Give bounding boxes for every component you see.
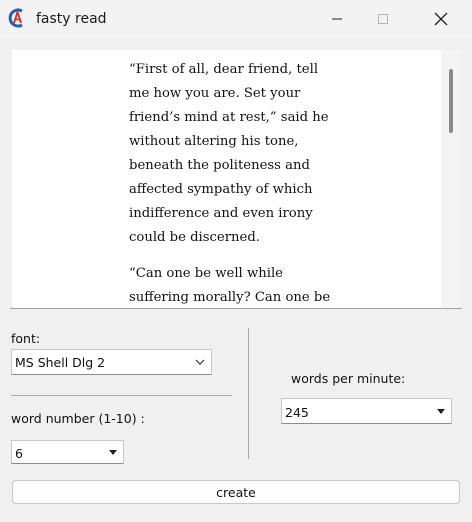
word-number-label: word number (1-10) : bbox=[11, 411, 145, 426]
font-select[interactable]: MS Shell Dlg 2 bbox=[11, 349, 212, 375]
reader-bottom-border bbox=[10, 308, 462, 309]
divider-vertical bbox=[248, 328, 249, 459]
paragraph: “First of all, dear friend, tell me how … bbox=[129, 62, 329, 245]
scrollbar-thumb[interactable] bbox=[449, 69, 453, 133]
font-select-value: MS Shell Dlg 2 bbox=[15, 355, 106, 370]
close-button[interactable] bbox=[418, 0, 464, 38]
close-icon bbox=[434, 12, 448, 26]
dropdown-arrow-icon bbox=[437, 399, 445, 423]
reader-text-area[interactable]: “First of all, dear friend, tell me how … bbox=[12, 50, 460, 308]
create-button-label: create bbox=[216, 484, 256, 500]
font-label: font: bbox=[11, 331, 41, 346]
minimize-button[interactable] bbox=[314, 0, 360, 38]
vertical-scrollbar[interactable] bbox=[441, 50, 460, 308]
word-number-select-value: 6 bbox=[15, 446, 23, 461]
wpm-select-value: 245 bbox=[285, 405, 309, 420]
dropdown-arrow-icon bbox=[109, 441, 117, 463]
maximize-icon bbox=[378, 14, 388, 24]
minimize-icon bbox=[332, 18, 342, 20]
word-number-select[interactable]: 6 bbox=[11, 440, 124, 464]
title-bar: fasty read bbox=[0, 0, 472, 38]
create-button[interactable]: create bbox=[12, 480, 460, 504]
wpm-select[interactable]: 245 bbox=[281, 398, 452, 424]
app-logo-icon bbox=[8, 8, 23, 28]
paragraph: “Can one be well while suffering morally… bbox=[129, 266, 331, 305]
window-title: fasty read bbox=[36, 11, 107, 27]
divider bbox=[11, 395, 232, 396]
reader-text: “First of all, dear friend, tell me how … bbox=[129, 58, 334, 308]
wpm-label: words per minute: bbox=[291, 371, 406, 386]
chevron-down-icon bbox=[195, 350, 205, 374]
maximize-button[interactable] bbox=[360, 0, 406, 38]
